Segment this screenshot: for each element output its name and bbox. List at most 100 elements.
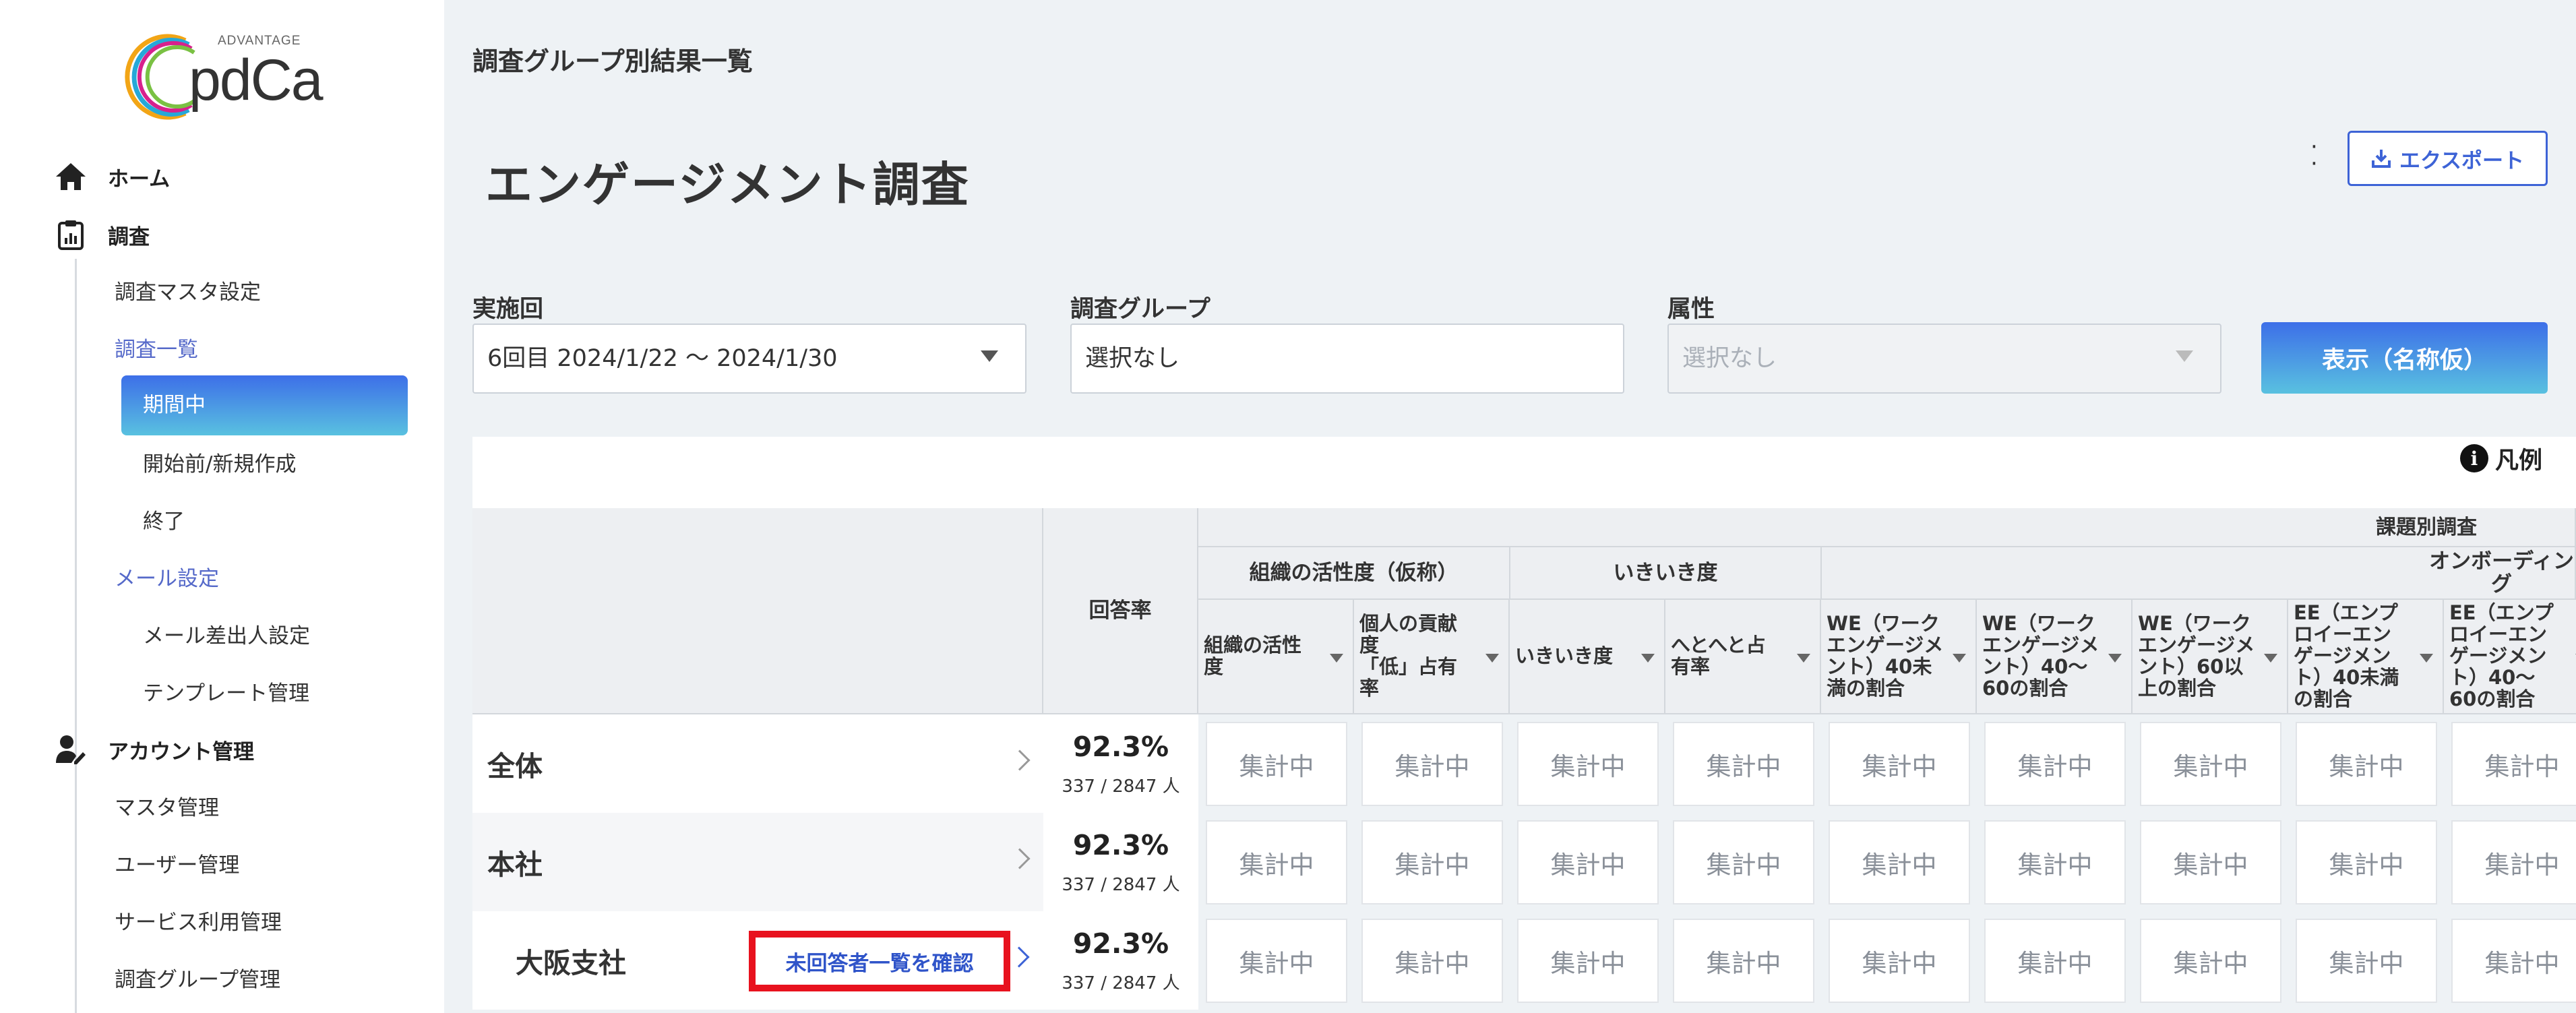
column-header-line: ロイーエン — [2449, 623, 2548, 646]
column-header[interactable]: EE（エンプ ロイーエン ゲージメン ト）40〜 60の割合 — [2444, 600, 2576, 714]
column-header[interactable]: いきいき度 — [1510, 600, 1665, 714]
metric-cell: 集計中 — [1829, 820, 1970, 904]
sort-caret-icon[interactable] — [2420, 654, 2433, 663]
response-rate-cell: 92.3% 337 / 2847 人 — [1043, 813, 1198, 911]
response-rate-header: 回答率 — [1043, 508, 1198, 714]
download-icon — [2371, 150, 2391, 168]
metric-cell: 集計中 — [1517, 820, 1659, 904]
metric-cell: 集計中 — [2140, 919, 2281, 1003]
sort-caret-icon[interactable] — [1797, 654, 1810, 663]
logo-brand: pdCa — [189, 48, 324, 113]
nav-in-progress[interactable]: 期間中 — [121, 375, 408, 435]
nav-account-label: アカウント管理 — [108, 739, 254, 764]
export-button[interactable]: エクスポート — [2348, 131, 2548, 186]
nav-before-start[interactable]: 開始前/新規作成 — [143, 446, 296, 483]
sort-caret-icon[interactable] — [1953, 654, 1966, 663]
table-toolbar — [472, 437, 2576, 508]
metric-cell: 集計中 — [2140, 820, 2281, 904]
attribute-select: 選択なし — [1667, 324, 2221, 394]
column-header[interactable]: WE（ワーク エンゲージメ ント）40未 満の割合 — [1821, 600, 1977, 714]
column-header-line: 60の割合 — [2449, 687, 2536, 710]
nav-survey[interactable]: 調査 — [54, 214, 150, 255]
metric-cell: 集計中 — [1673, 820, 1814, 904]
nav-finished[interactable]: 終了 — [143, 503, 185, 541]
response-rate-cell: 92.3% 337 / 2847 人 — [1043, 911, 1198, 1010]
column-header-line: ト）40〜 — [2449, 665, 2536, 689]
attribute-label: 属性 — [1667, 296, 1715, 323]
column-header[interactable]: WE（ワーク エンゲージメ ント）60以 上の割合 — [2133, 600, 2288, 714]
nav-survey-list[interactable]: 調査一覧 — [115, 331, 198, 369]
column-header[interactable]: WE（ワーク エンゲージメ ント）40〜 60の割合 — [1977, 600, 2133, 714]
pdca-logo[interactable]: ADVANTAGE pdCa — [121, 26, 324, 133]
metric-cell: 集計中 — [2296, 820, 2437, 904]
user-edit-icon — [54, 733, 88, 766]
column-header[interactable]: へとへと占 有率 — [1665, 600, 1821, 714]
metric-cell: 集計中 — [2451, 820, 2576, 904]
metric-cell: 集計中 — [1673, 722, 1814, 806]
column-header-line: 有率 — [1671, 655, 1711, 678]
metric-cell: 集計中 — [2451, 919, 2576, 1003]
name-header — [472, 508, 1043, 714]
group-label: 調査グループ — [1070, 296, 1210, 323]
column-header-label: 組織の活性度 — [1204, 634, 1302, 678]
row-name: 本社 — [487, 849, 543, 881]
column-header-line: 組織の活性 — [1204, 634, 1302, 657]
nav-mail-settings[interactable]: メール設定 — [115, 560, 219, 598]
metric-cell: 集計中 — [1206, 820, 1347, 904]
export-label: エクスポート — [2399, 148, 2525, 173]
column-header[interactable]: EE（エンプ ロイーエン ゲージメン ト）40未満 の割合 — [2288, 600, 2444, 714]
metric-cell: 集計中 — [1673, 919, 1814, 1003]
nav-users[interactable]: ユーザー管理 — [115, 847, 239, 884]
sidebar: ADVANTAGE pdCa ホーム 調査 調査マスタ設定 調査一覧 期間中 開… — [0, 0, 444, 1013]
sort-caret-icon[interactable] — [1485, 654, 1499, 663]
column-header-line: WE（ワーク — [1982, 612, 2095, 636]
nav-survey-master[interactable]: 調査マスタ設定 — [115, 274, 261, 311]
column-header-label: WE（ワーク エンゲージメ ント）40〜 60の割合 — [1982, 613, 2099, 700]
unanswered-list-button[interactable]: 未回答者一覧を確認 — [749, 931, 1010, 991]
column-header-line: 満の割合 — [1827, 676, 1905, 700]
response-rate-cell: 92.3% 337 / 2847 人 — [1043, 714, 1198, 813]
nav-mail-sender[interactable]: メール差出人設定 — [143, 617, 310, 655]
metric-cell: 集計中 — [1829, 722, 1970, 806]
row-name: 大阪支社 — [516, 947, 626, 979]
nav-account[interactable]: アカウント管理 — [54, 729, 254, 770]
nav-home[interactable]: ホーム — [54, 156, 170, 197]
column-header-line: 「低」占有 — [1359, 655, 1458, 678]
metric-cell: 集計中 — [2140, 722, 2281, 806]
column-header-line: WE（ワーク — [1827, 612, 1940, 636]
nav-survey-group[interactable]: 調査グループ管理 — [115, 961, 280, 999]
column-header-line: 60の割合 — [1982, 676, 2068, 700]
breadcrumb: 調査グループ別結果一覧 — [472, 47, 753, 76]
response-rate-percent: 92.3% — [1072, 731, 1169, 763]
group-input[interactable]: 選択なし — [1070, 324, 1624, 394]
chevron-down-icon — [981, 350, 998, 362]
row-name-cell[interactable]: 本社 — [472, 813, 1043, 911]
response-rate-percent: 92.3% — [1072, 829, 1169, 861]
sort-caret-icon[interactable] — [2108, 654, 2122, 663]
column-header[interactable]: 個人の貢献度「低」占有率 — [1354, 600, 1510, 714]
sort-caret-icon[interactable] — [2264, 654, 2277, 663]
metric-cell: 集計中 — [1984, 820, 2126, 904]
column-header-line: ント）40〜 — [1982, 655, 2088, 678]
sort-caret-icon[interactable] — [1330, 654, 1343, 663]
round-select[interactable]: 6回目 2024/1/22 〜 2024/1/30 — [472, 324, 1026, 394]
nav-template[interactable]: テンプレート管理 — [143, 675, 309, 712]
column-header[interactable]: 組織の活性度 — [1198, 600, 1354, 714]
metric-cell: 集計中 — [1984, 722, 2126, 806]
nav-master[interactable]: マスタ管理 — [115, 789, 219, 827]
nav-service[interactable]: サービス利用管理 — [115, 904, 282, 942]
response-count: 337 / 2847 人 — [1062, 973, 1180, 993]
sort-caret-icon[interactable] — [1641, 654, 1655, 663]
clipboard-chart-icon — [54, 218, 88, 251]
column-header-line: ゲージメン — [2294, 644, 2391, 668]
metric-cell: 集計中 — [1517, 722, 1659, 806]
column-header-line: ト）40未満 — [2294, 665, 2399, 689]
legend-button[interactable]: i 凡例 — [2460, 438, 2542, 479]
show-button[interactable]: 表示（名称仮） — [2261, 322, 2548, 394]
column-header-label: WE（ワーク エンゲージメ ント）60以 上の割合 — [2138, 613, 2255, 700]
more-menu-icon[interactable]: · · — [2310, 135, 2318, 175]
nav-survey-label: 調査 — [108, 224, 150, 249]
row-name-cell[interactable]: 全体 — [472, 714, 1043, 813]
column-header-line: エンゲージメ — [1827, 634, 1944, 657]
row-name: 全体 — [487, 750, 543, 782]
